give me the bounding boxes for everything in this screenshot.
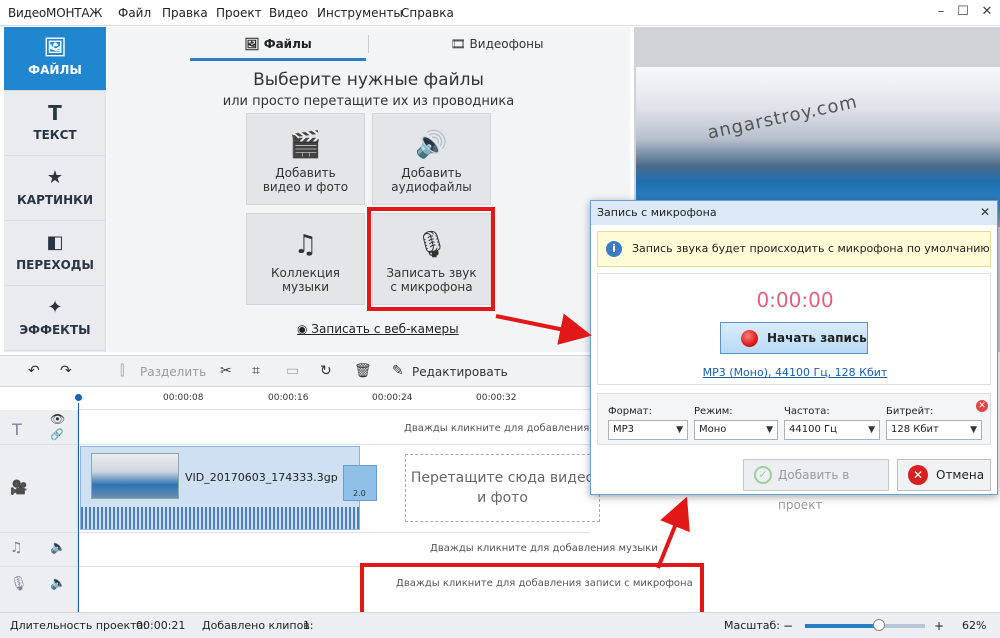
annotation-arrow bbox=[495, 313, 592, 345]
annotation-arrows bbox=[495, 313, 690, 569]
annotation-arrow bbox=[656, 496, 690, 569]
